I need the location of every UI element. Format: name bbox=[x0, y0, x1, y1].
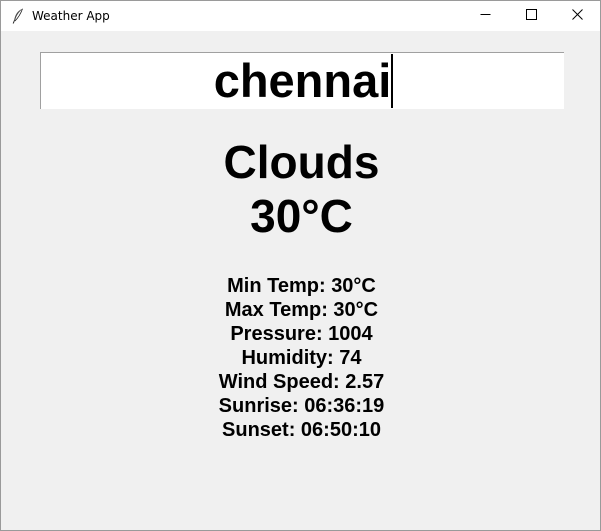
weather-condition: Clouds bbox=[223, 136, 380, 188]
wind-speed-label: Wind Speed: 2.57 bbox=[218, 371, 385, 393]
sunset-label: Sunset: 06:50:10 bbox=[222, 419, 381, 441]
close-button[interactable] bbox=[554, 1, 600, 31]
window-title: Weather App bbox=[32, 9, 110, 23]
current-temperature: 30°C bbox=[250, 190, 353, 242]
minimize-icon bbox=[480, 7, 491, 25]
feather-icon bbox=[10, 8, 26, 24]
maximize-button[interactable] bbox=[508, 1, 554, 31]
app-window: Weather App chennai Clouds 30°C Min Temp… bbox=[0, 0, 601, 531]
window-controls bbox=[462, 1, 600, 31]
main-content: Clouds 30°C Min Temp: 30°C Max Temp: 30°… bbox=[1, 31, 600, 530]
minimize-button[interactable] bbox=[462, 1, 508, 31]
pressure-label: Pressure: 1004 bbox=[230, 323, 373, 345]
min-temp-label: Min Temp: 30°C bbox=[227, 275, 376, 297]
sunrise-label: Sunrise: 06:36:19 bbox=[218, 395, 385, 417]
close-icon bbox=[571, 7, 583, 25]
maximize-icon bbox=[525, 7, 537, 25]
city-search-input[interactable] bbox=[40, 52, 564, 109]
max-temp-label: Max Temp: 30°C bbox=[224, 299, 379, 321]
weather-details: Min Temp: 30°C Max Temp: 30°C Pressure: … bbox=[1, 274, 601, 442]
humidity-label: Humidity: 74 bbox=[241, 347, 362, 369]
title-bar[interactable]: Weather App bbox=[1, 1, 600, 31]
text-cursor bbox=[391, 54, 393, 108]
